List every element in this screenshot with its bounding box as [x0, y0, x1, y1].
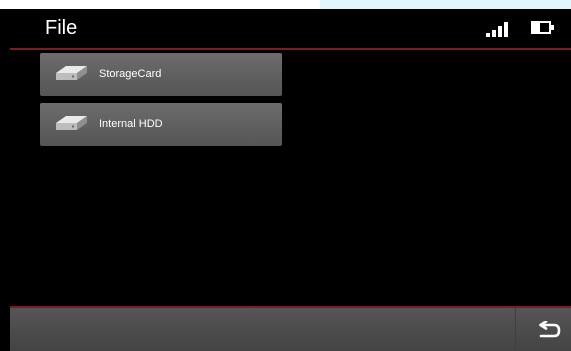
- bottom-bar: [10, 308, 571, 351]
- return-icon: [539, 321, 561, 338]
- top-accent-strip: [320, 0, 571, 9]
- battery-icon: [531, 21, 554, 34]
- signal-strength-icon: [486, 22, 512, 37]
- drive-item-internal-hdd[interactable]: Internal HDD: [40, 103, 282, 146]
- header: File: [10, 9, 571, 48]
- back-button[interactable]: [515, 308, 571, 351]
- drive-label: StorageCard: [99, 68, 162, 80]
- page-title: File: [45, 17, 78, 39]
- drive-label: Internal HDD: [99, 118, 163, 130]
- drive-item-storagecard[interactable]: StorageCard: [40, 53, 282, 96]
- hard-drive-icon: [56, 116, 87, 130]
- drive-list: StorageCard Internal HDD: [10, 50, 571, 307]
- file-screen: File StorageCard Internal HDD: [10, 9, 571, 351]
- hard-drive-icon: [56, 66, 87, 80]
